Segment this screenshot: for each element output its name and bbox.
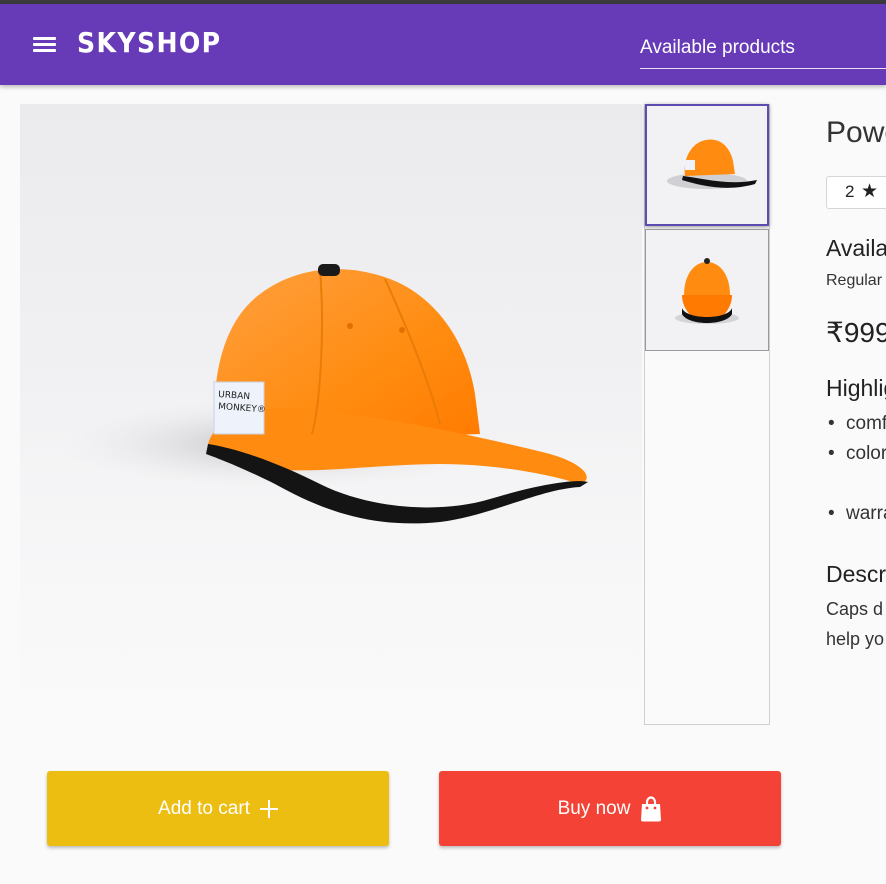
highlight-item: color	[828, 443, 886, 465]
thumbnail-2[interactable]	[645, 229, 769, 351]
highlights-heading: Highlights	[826, 375, 886, 401]
description-heading: Description	[826, 561, 886, 587]
highlight-item: comfortable	[828, 413, 886, 435]
product-details-panel: Power 2 ★ Available Regular ₹999 Highlig…	[826, 0, 886, 700]
menu-icon[interactable]	[30, 32, 60, 58]
brand-logo[interactable]: SKYSHOP	[77, 26, 222, 59]
thumbnail-1[interactable]	[645, 104, 769, 226]
orange-cap-image: URBAN MONKEY®	[60, 264, 588, 524]
buy-now-button[interactable]: Buy now	[439, 771, 781, 846]
thumbnail-strip	[644, 104, 770, 725]
add-to-cart-button[interactable]: Add to cart	[47, 771, 389, 846]
buy-now-label: Buy now	[557, 797, 631, 819]
product-main-image: URBAN MONKEY®	[20, 104, 642, 725]
add-to-cart-label: Add to cart	[158, 797, 250, 819]
availability-heading: Available	[826, 235, 886, 261]
available-products-label: Available products	[640, 37, 795, 58]
highlight-item: warranty	[828, 503, 886, 525]
product-price: ₹999	[826, 317, 886, 348]
rating-value: 2	[845, 182, 855, 201]
availability-text: Regular	[826, 272, 883, 289]
star-icon: ★	[861, 181, 879, 202]
plus-icon	[259, 799, 278, 818]
description-text: Caps d	[826, 599, 884, 619]
shopping-bag-icon	[641, 795, 662, 821]
description-text: help yo	[826, 629, 885, 649]
product-title: Power	[826, 116, 886, 149]
rating-badge: 2 ★	[826, 176, 886, 209]
app-bar: SKYSHOP Available products	[0, 4, 886, 85]
